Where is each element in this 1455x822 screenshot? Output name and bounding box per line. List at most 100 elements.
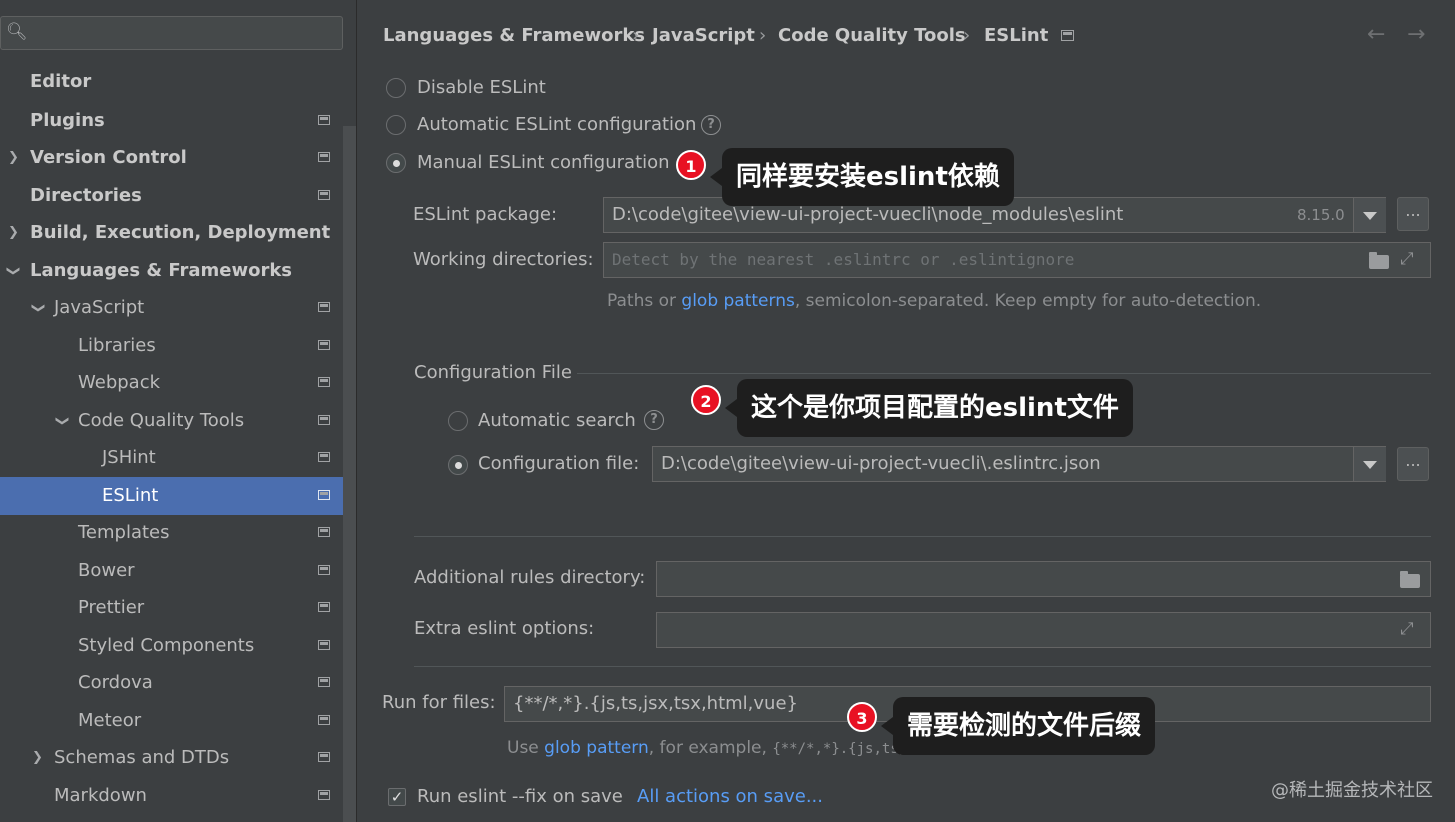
chevron-right-icon[interactable]: ❯ — [8, 214, 19, 252]
sidebar-item-javascript[interactable]: ❯ JavaScript — [0, 289, 342, 327]
browse-button[interactable]: ... — [1397, 197, 1429, 231]
sidebar-item-plugins[interactable]: Plugins — [0, 102, 342, 140]
sidebar-item-label: Templates — [78, 522, 170, 543]
extra-options-field[interactable] — [656, 612, 1431, 648]
sidebar-item-label: Languages & Frameworks — [30, 260, 293, 281]
sidebar-item-label: Webpack — [78, 372, 161, 393]
project-settings-icon — [318, 302, 330, 312]
project-settings-icon — [1061, 30, 1074, 41]
chevron-down-icon[interactable]: ❯ — [18, 303, 56, 314]
browse-button[interactable]: ... — [1397, 447, 1429, 481]
manual-config-label[interactable]: Manual ESLint configuration — [417, 152, 670, 173]
hint-text: Paths or — [607, 291, 676, 311]
breadcrumb-item: ESLint — [984, 25, 1049, 46]
section-divider — [577, 373, 1431, 374]
help-icon[interactable]: ? — [644, 410, 664, 430]
project-settings-icon — [318, 115, 330, 125]
sidebar-item-editor[interactable]: Editor — [0, 63, 342, 101]
automatic-search-label[interactable]: Automatic search — [478, 410, 636, 431]
sidebar-item-build[interactable]: ❯ Build, Execution, Deployment — [0, 214, 342, 252]
chevron-down-icon[interactable]: ❯ — [0, 266, 31, 277]
sidebar-item-label: ESLint — [102, 485, 159, 506]
sidebar-item-label: Editor — [30, 71, 92, 92]
manual-config-radio[interactable] — [386, 153, 406, 173]
eslint-package-label: ESLint package: — [413, 204, 558, 225]
sidebar-item-version-control[interactable]: ❯ Version Control — [0, 139, 342, 177]
all-actions-on-save-link[interactable]: All actions on save... — [637, 786, 823, 807]
sidebar-item-markdown[interactable]: Markdown — [0, 777, 342, 815]
breadcrumb-item: Code Quality Tools — [778, 25, 966, 46]
expand-icon[interactable]: ⤢ — [1400, 249, 1414, 269]
sidebar-item-styled-components[interactable]: Styled Components — [0, 627, 342, 665]
configuration-file-section-title: Configuration File — [414, 362, 572, 383]
settings-sidebar: 🔍︎ Editor Plugins ❯ Version Control Dire… — [0, 0, 356, 822]
sidebar-item-label: Markdown — [54, 785, 147, 806]
section-divider — [414, 666, 1431, 667]
chevron-down-icon[interactable] — [1353, 447, 1386, 481]
automatic-config-label[interactable]: Automatic ESLint configuration — [417, 114, 696, 135]
glob-patterns-link[interactable]: glob patterns — [681, 291, 794, 311]
configuration-file-field[interactable]: D:\code\gitee\view-ui-project-vuecli\.es… — [652, 446, 1386, 482]
forward-arrow-icon[interactable]: → — [1407, 22, 1425, 47]
working-directories-field[interactable]: Detect by the nearest .eslintrc or .esli… — [603, 242, 1431, 278]
sidebar-item-label: Build, Execution, Deployment — [30, 222, 331, 243]
expand-icon[interactable]: ⤢ — [1400, 619, 1414, 639]
sidebar-item-languages[interactable]: ❯ Languages & Frameworks — [0, 252, 342, 290]
chevron-right-icon[interactable]: ❯ — [8, 139, 19, 177]
project-settings-icon — [318, 190, 330, 200]
annotation-callout-2: 这个是你项目配置的eslint文件 — [725, 379, 1133, 437]
run-for-files-hint: Use glob pattern, for example, {**/*,*}.… — [507, 738, 907, 758]
project-settings-icon — [318, 490, 330, 500]
sidebar-item-cordova[interactable]: Cordova — [0, 664, 342, 702]
project-settings-icon — [318, 752, 330, 762]
configuration-file-label[interactable]: Configuration file: — [478, 453, 639, 474]
hint-text: Use — [507, 738, 539, 758]
sidebar-item-bower[interactable]: Bower — [0, 552, 342, 590]
annotation-badge-2: 2 — [691, 385, 721, 415]
sidebar-item-label: Meteor — [78, 710, 142, 731]
automatic-search-radio[interactable] — [448, 411, 468, 431]
fix-on-save-label[interactable]: Run eslint --fix on save — [417, 786, 623, 807]
sidebar-item-label: Styled Components — [78, 635, 255, 656]
hint-text: , for example, — [648, 738, 767, 758]
sidebar-item-meteor[interactable]: Meteor — [0, 702, 342, 740]
sidebar-item-label: Prettier — [78, 597, 145, 618]
disable-eslint-radio[interactable] — [386, 78, 406, 98]
sidebar-item-label: Bower — [78, 560, 135, 581]
sidebar-item-libraries[interactable]: Libraries — [0, 327, 342, 365]
automatic-config-radio[interactable] — [386, 115, 406, 135]
rules-directory-field[interactable] — [656, 561, 1431, 597]
sidebar-item-webpack[interactable]: Webpack — [0, 364, 342, 402]
sidebar-item-label: JavaScript — [54, 297, 145, 318]
project-settings-icon — [318, 527, 330, 537]
fix-on-save-checkbox[interactable]: ✓ — [388, 788, 406, 806]
watermark: @稀土掘金技术社区 — [1271, 780, 1433, 801]
sidebar-item-directories[interactable]: Directories — [0, 177, 342, 215]
sidebar-item-templates[interactable]: Templates — [0, 514, 342, 552]
chevron-down-icon[interactable] — [1353, 198, 1386, 232]
chevron-down-icon[interactable]: ❯ — [42, 416, 80, 427]
sidebar-item-eslint[interactable]: ESLint — [0, 477, 356, 515]
disable-eslint-label[interactable]: Disable ESLint — [417, 77, 546, 98]
project-settings-icon — [318, 415, 330, 425]
folder-icon[interactable] — [1369, 252, 1389, 269]
sidebar-item-label: Version Control — [30, 147, 187, 168]
search-input[interactable]: 🔍︎ — [0, 16, 343, 50]
sidebar-item-jshint[interactable]: JSHint — [0, 439, 342, 477]
folder-icon[interactable] — [1400, 571, 1420, 588]
sidebar-item-label: JSHint — [102, 447, 156, 468]
configuration-file-value: D:\code\gitee\view-ui-project-vuecli\.es… — [661, 453, 1101, 474]
project-settings-icon — [318, 677, 330, 687]
project-settings-icon — [318, 790, 330, 800]
glob-pattern-link[interactable]: glob pattern — [544, 738, 649, 758]
sidebar-scrollbar[interactable] — [343, 126, 356, 822]
sidebar-item-prettier[interactable]: Prettier — [0, 589, 342, 627]
back-arrow-icon[interactable]: ← — [1367, 22, 1385, 47]
configuration-file-radio[interactable] — [448, 455, 468, 475]
help-icon[interactable]: ? — [701, 115, 721, 135]
chevron-right-icon[interactable]: ❯ — [32, 739, 43, 777]
extra-options-label: Extra eslint options: — [414, 618, 595, 639]
sidebar-item-schemas[interactable]: ❯ Schemas and DTDs — [0, 739, 342, 777]
sidebar-item-label: Libraries — [78, 335, 156, 356]
sidebar-item-code-quality-tools[interactable]: ❯ Code Quality Tools — [0, 402, 342, 440]
